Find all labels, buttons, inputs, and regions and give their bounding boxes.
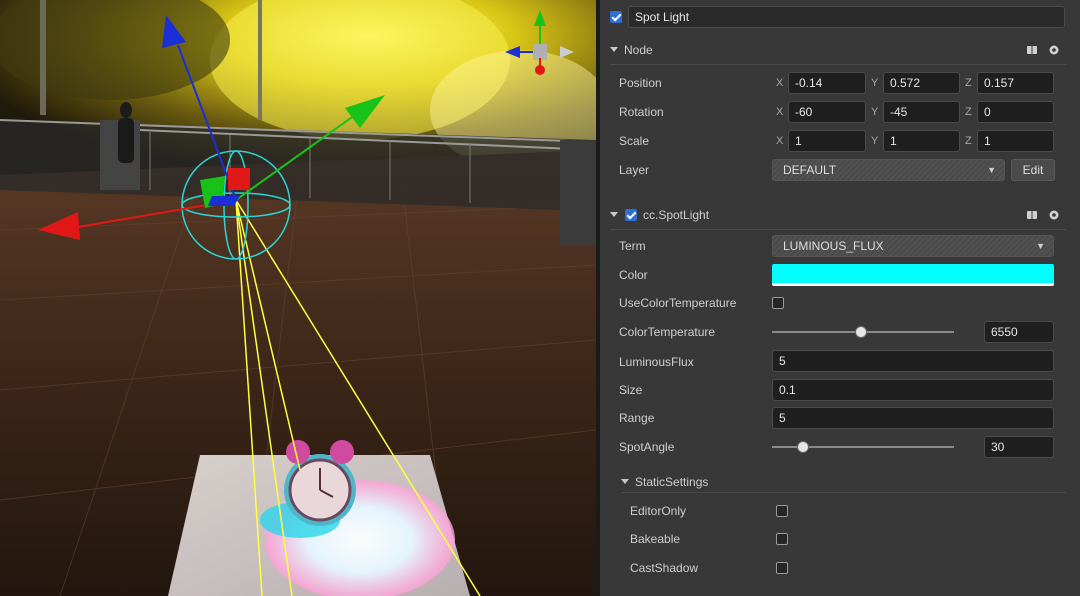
scale-x-label: X: [776, 135, 784, 147]
caret-down-icon: ▼: [1036, 241, 1045, 251]
rotation-z-input[interactable]: 0: [977, 101, 1054, 123]
position-y-label: Y: [871, 77, 879, 89]
color-temperature-slider-handle[interactable]: [855, 326, 868, 338]
caret-down-icon: ▼: [987, 165, 996, 175]
rotation-x-label: X: [776, 106, 784, 118]
term-select[interactable]: LUMINOUS_FLUX ▼: [772, 235, 1054, 257]
position-z-label: Z: [965, 77, 972, 89]
scale-label: Scale: [619, 134, 650, 148]
position-y-input[interactable]: 0.572: [883, 72, 960, 94]
cast-shadow-checkbox[interactable]: [776, 562, 788, 574]
scale-y-input[interactable]: 1: [883, 130, 960, 152]
inspector-panel: Spot Light Node Position X -0.14 Y 0.572…: [600, 0, 1080, 596]
layer-select[interactable]: DEFAULT ▼: [772, 159, 1005, 181]
color-swatch[interactable]: [772, 264, 1054, 286]
node-name-field[interactable]: Spot Light: [628, 6, 1065, 28]
spot-angle-input[interactable]: 30: [984, 436, 1054, 458]
scene-viewport[interactable]: [0, 0, 596, 596]
gear-icon[interactable]: [1048, 44, 1060, 56]
rotation-y-input[interactable]: -45: [883, 101, 960, 123]
position-x-label: X: [776, 77, 784, 89]
use-color-temperature-checkbox[interactable]: [772, 297, 784, 309]
term-value: LUMINOUS_FLUX: [783, 239, 884, 253]
section-divider: [621, 492, 1066, 493]
luminous-flux-label: LuminousFlux: [619, 355, 694, 369]
position-x-input[interactable]: -0.14: [788, 72, 866, 94]
luminous-flux-input[interactable]: 5: [772, 350, 1054, 372]
range-input[interactable]: 5: [772, 407, 1054, 429]
node-active-checkbox[interactable]: [610, 11, 622, 23]
section-divider: [610, 64, 1066, 65]
size-label: Size: [619, 383, 643, 397]
spot-angle-slider-handle[interactable]: [796, 441, 809, 453]
node-section-title[interactable]: Node: [624, 42, 653, 58]
triangle-down-icon[interactable]: [621, 479, 629, 484]
color-temperature-input[interactable]: 6550: [984, 321, 1054, 343]
triangle-down-icon[interactable]: [610, 212, 618, 217]
range-label: Range: [619, 411, 655, 425]
position-label: Position: [619, 76, 662, 90]
rotation-x-input[interactable]: -60: [788, 101, 866, 123]
rotation-y-label: Y: [871, 106, 879, 118]
layer-value: DEFAULT: [783, 163, 837, 177]
scale-z-label: Z: [965, 135, 972, 147]
color-temperature-label: ColorTemperature: [619, 325, 716, 339]
book-icon[interactable]: [1026, 209, 1038, 221]
layer-label: Layer: [619, 163, 650, 177]
position-z-input[interactable]: 0.157: [977, 72, 1054, 94]
cast-shadow-label: CastShadow: [630, 561, 699, 575]
rotation-label: Rotation: [619, 105, 664, 119]
scene-render: [0, 0, 596, 596]
use-color-temperature-label: UseColorTemperature: [619, 296, 737, 310]
gear-icon[interactable]: [1048, 209, 1060, 221]
book-icon[interactable]: [1026, 44, 1038, 56]
static-settings-title[interactable]: StaticSettings: [635, 474, 708, 490]
spot-angle-label: SpotAngle: [619, 440, 675, 454]
bakeable-checkbox[interactable]: [776, 533, 788, 545]
term-label: Term: [619, 239, 646, 253]
section-divider: [610, 229, 1066, 230]
editor-only-checkbox[interactable]: [776, 505, 788, 517]
color-label: Color: [619, 268, 648, 282]
scale-z-input[interactable]: 1: [977, 130, 1054, 152]
triangle-down-icon[interactable]: [610, 47, 618, 52]
editor-only-label: EditorOnly: [630, 504, 687, 518]
bakeable-label: Bakeable: [630, 532, 681, 546]
spotlight-section-title[interactable]: cc.SpotLight: [643, 207, 709, 223]
size-input[interactable]: 0.1: [772, 379, 1054, 401]
scale-x-input[interactable]: 1: [788, 130, 866, 152]
rotation-z-label: Z: [965, 106, 972, 118]
spotlight-enabled-checkbox[interactable]: [625, 209, 637, 221]
scale-y-label: Y: [871, 135, 879, 147]
layer-edit-button[interactable]: Edit: [1011, 159, 1055, 181]
